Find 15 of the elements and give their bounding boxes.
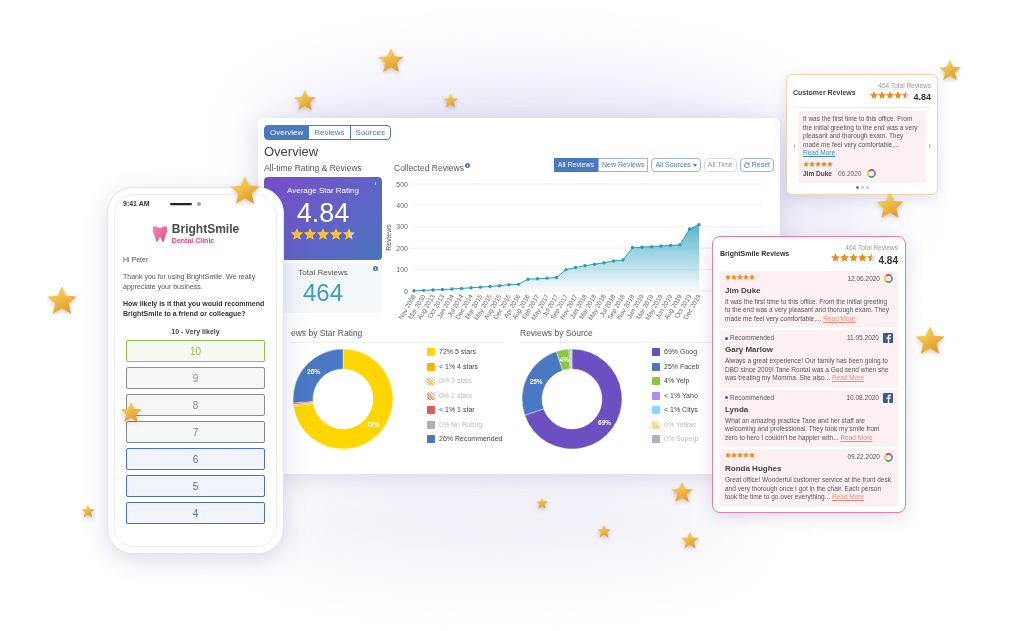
section-title: ews by Star Rating [291, 328, 504, 343]
reviewer-name: Gary Marlow [725, 344, 774, 357]
reviewer-name: Jim Duke [725, 284, 762, 297]
brand-name: BrightSmile [171, 223, 240, 236]
reviewer-name: Lynda [725, 403, 750, 416]
score-value: 4.84 [878, 253, 898, 268]
section-title: All-time Rating & Reviews [264, 163, 363, 174]
section-title: Collected Reviews [394, 163, 464, 174]
score-value: 4.84 [913, 90, 931, 104]
rating-value: 4.84 [296, 198, 350, 228]
page-heading: Overview [264, 144, 320, 160]
reviewer-name: Ronda Hughes [725, 463, 783, 476]
card-label: Average Star Rating [287, 185, 359, 197]
total-value: 464 [302, 279, 343, 307]
card-label: Total Reviews [298, 267, 348, 279]
